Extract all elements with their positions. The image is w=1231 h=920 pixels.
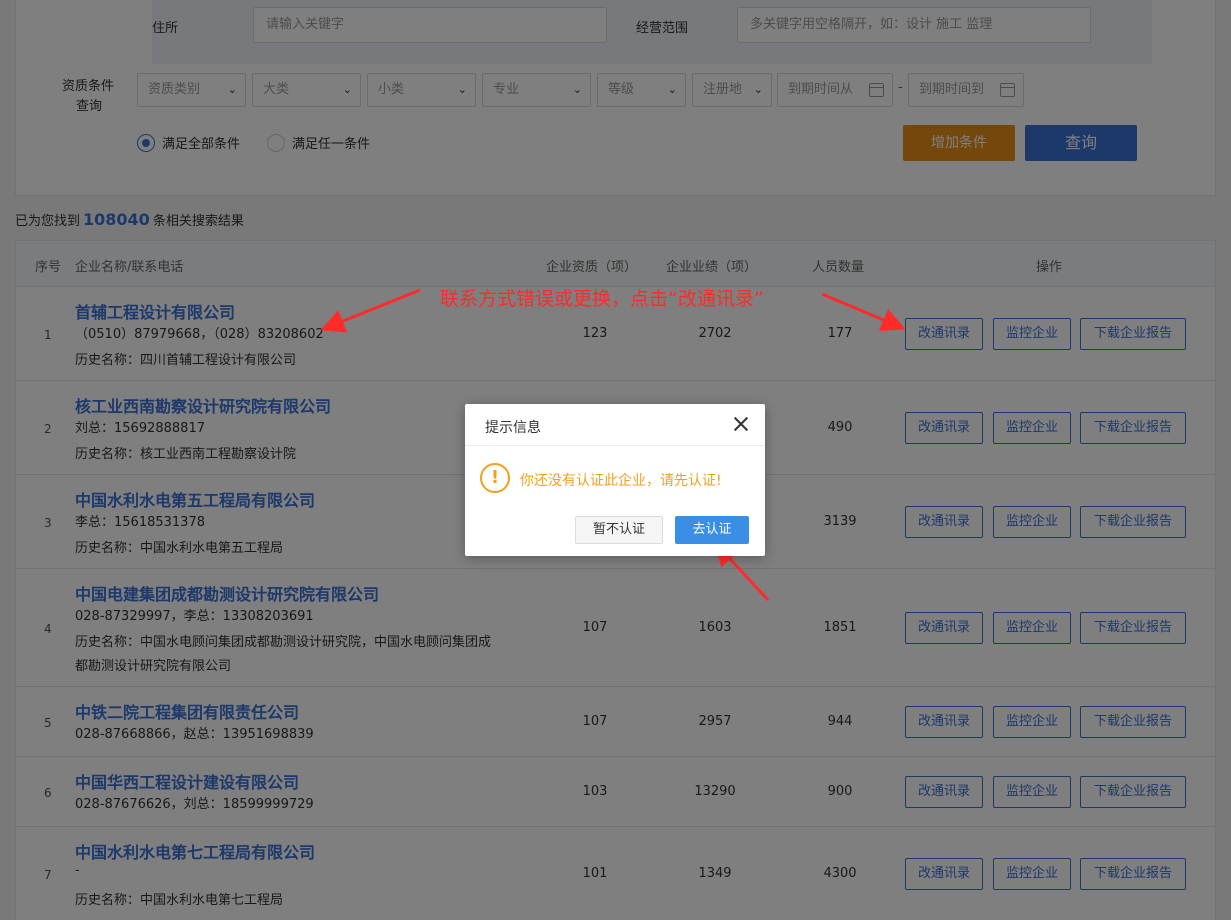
arrow-to-phone (320, 288, 421, 333)
skip-verify-button[interactable]: 暂不认证 (575, 516, 663, 544)
verify-dialog: 提示信息 ! 你还没有认证此企业，请先认证! 暂不认证 去认证 (465, 404, 765, 556)
arrow-to-edit-button (821, 292, 906, 332)
dialog-header: 提示信息 (465, 404, 765, 446)
warning-icon: ! (480, 463, 510, 493)
close-icon[interactable] (733, 416, 749, 432)
dialog-message: 你还没有认证此企业，请先认证! (520, 473, 722, 489)
dialog-title: 提示信息 (485, 420, 541, 436)
go-verify-button[interactable]: 去认证 (675, 516, 749, 544)
